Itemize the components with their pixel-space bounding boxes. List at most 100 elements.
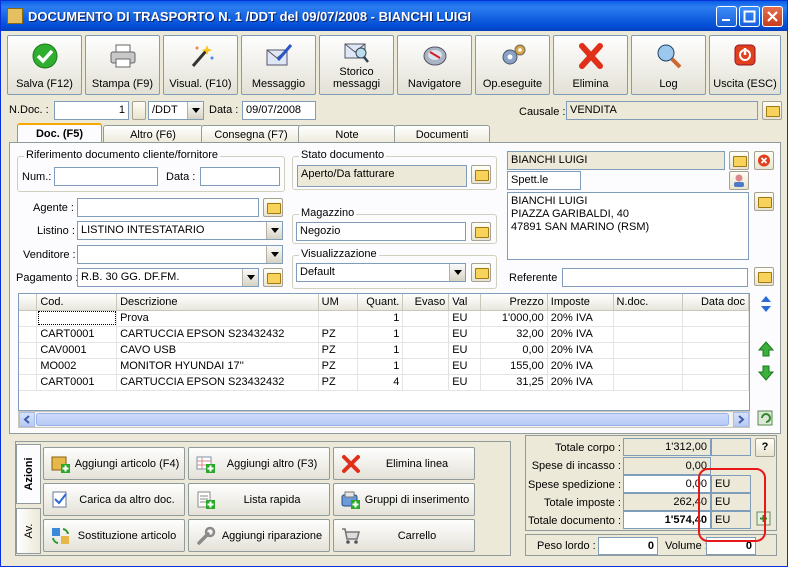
repair-button[interactable]: Aggiungi riparazione bbox=[188, 519, 330, 552]
cell-descrizione[interactable]: CARTUCCIA EPSON S23432432 bbox=[116, 374, 319, 391]
table-row[interactable]: MO002 MONITOR HYUNDAI 17'' PZ 1 EU 155,0… bbox=[19, 358, 749, 375]
cell-um[interactable]: PZ bbox=[318, 374, 359, 391]
delete-button[interactable]: Elimina bbox=[553, 35, 628, 95]
referente-folder-button[interactable] bbox=[754, 267, 774, 286]
row-selector[interactable] bbox=[19, 342, 38, 359]
cell-prezzo[interactable]: 31,25 bbox=[480, 374, 548, 391]
row-selector[interactable] bbox=[19, 310, 38, 327]
cell-imposte[interactable]: 20% IVA bbox=[547, 310, 614, 327]
navigator-button[interactable]: Navigatore bbox=[397, 35, 472, 95]
cell-datadoc[interactable] bbox=[682, 358, 749, 375]
cell-quant[interactable]: 1 bbox=[357, 358, 404, 375]
help-button[interactable]: ? bbox=[755, 438, 775, 457]
save-button[interactable]: Salva (F12) bbox=[7, 35, 82, 95]
cell-ndoc[interactable] bbox=[613, 374, 684, 391]
row-selector[interactable] bbox=[19, 374, 38, 391]
address-folder-button[interactable] bbox=[754, 192, 774, 211]
operations-button[interactable]: Op.eseguite bbox=[475, 35, 550, 95]
cell-val[interactable]: EU bbox=[448, 342, 482, 359]
cell-evaso[interactable] bbox=[402, 342, 450, 359]
cliente-title-field[interactable]: Spett.le bbox=[507, 171, 581, 190]
magazzino-field[interactable]: Negozio bbox=[296, 222, 466, 241]
num-field[interactable] bbox=[54, 167, 158, 186]
exit-button[interactable]: Uscita (ESC) bbox=[709, 35, 781, 95]
message-history-button[interactable]: Storico messaggi bbox=[319, 35, 394, 95]
cell-descrizione[interactable]: Prova bbox=[116, 310, 319, 327]
cell-datadoc[interactable] bbox=[682, 310, 749, 327]
causale-folder-button[interactable] bbox=[762, 101, 782, 120]
cell-evaso[interactable] bbox=[402, 310, 450, 327]
cell-imposte[interactable]: 20% IVA bbox=[547, 374, 614, 391]
cell-prezzo[interactable]: 32,00 bbox=[480, 326, 548, 343]
table-row[interactable]: CAV0001 CAVO USB PZ 1 EU 0,00 20% IVA bbox=[19, 342, 749, 359]
tab-doc[interactable]: Doc. (F5) bbox=[17, 123, 102, 144]
col-cod[interactable]: Cod. bbox=[36, 294, 118, 311]
cell-val[interactable]: EU bbox=[448, 326, 482, 343]
agente-folder-button[interactable] bbox=[263, 198, 283, 217]
delete-line-button[interactable]: Elimina linea bbox=[333, 447, 475, 480]
cell-descrizione[interactable]: MONITOR HYUNDAI 17'' bbox=[116, 358, 319, 375]
scroll-right-button[interactable] bbox=[733, 412, 749, 427]
cell-ndoc[interactable] bbox=[613, 358, 684, 375]
listino-select[interactable]: LISTINO INTESTATARIO bbox=[77, 221, 283, 240]
series-select[interactable]: /DDT bbox=[148, 101, 204, 120]
add-article-button[interactable]: Aggiungi articolo (F4) bbox=[43, 447, 185, 480]
print-button[interactable]: Stampa (F9) bbox=[85, 35, 160, 95]
col-prezzo[interactable]: Prezzo bbox=[480, 294, 548, 311]
cell-cod[interactable]: CART0001 bbox=[36, 374, 118, 391]
cell-datadoc[interactable] bbox=[682, 326, 749, 343]
date-field[interactable]: 09/07/2008 bbox=[242, 101, 316, 120]
cell-cod[interactable]: CAV0001 bbox=[36, 342, 118, 359]
cell-val[interactable]: EU bbox=[448, 310, 482, 327]
move-up-icon[interactable] bbox=[756, 339, 776, 359]
tab-av[interactable]: Av. bbox=[16, 508, 41, 554]
cliente-contact-button[interactable] bbox=[729, 171, 749, 190]
cell-imposte[interactable]: 20% IVA bbox=[547, 342, 614, 359]
visualizzazione-select[interactable]: Default bbox=[296, 263, 466, 282]
quick-list-button[interactable]: Lista rapida bbox=[188, 483, 330, 516]
cell-val[interactable]: EU bbox=[448, 358, 482, 375]
close-button[interactable] bbox=[762, 6, 783, 27]
refresh-icon[interactable] bbox=[756, 408, 776, 428]
cell-val[interactable]: EU bbox=[448, 374, 482, 391]
table-row[interactable]: CART0001 CARTUCCIA EPSON S23432432 PZ 1 … bbox=[19, 326, 749, 343]
cliente-clear-button[interactable] bbox=[754, 151, 774, 170]
add-other-button[interactable]: Aggiungi altro (F3) bbox=[188, 447, 330, 480]
cell-um[interactable]: PZ bbox=[318, 358, 359, 375]
cell-datadoc[interactable] bbox=[682, 374, 749, 391]
scroll-left-button[interactable] bbox=[19, 412, 35, 427]
col-descrizione[interactable]: Descrizione bbox=[116, 294, 319, 311]
cell-quant[interactable]: 1 bbox=[357, 342, 404, 359]
cliente-folder-button[interactable] bbox=[729, 151, 749, 170]
tab-azioni[interactable]: Azioni bbox=[16, 444, 41, 504]
ndoc-field[interactable]: 1 bbox=[54, 101, 129, 120]
scroll-thumb[interactable] bbox=[36, 413, 729, 426]
row-selector[interactable] bbox=[19, 326, 38, 343]
address-box[interactable]: BIANCHI LUIGI PIAZZA GARIBALDI, 40 47891… bbox=[507, 192, 749, 260]
log-button[interactable]: Log bbox=[631, 35, 706, 95]
col-ndoc[interactable]: N.doc. bbox=[613, 294, 684, 311]
cell-cod[interactable]: CART0001 bbox=[36, 326, 118, 343]
maximize-button[interactable] bbox=[739, 6, 760, 27]
cell-um[interactable]: PZ bbox=[318, 342, 359, 359]
col-quant[interactable]: Quant. bbox=[357, 294, 404, 311]
sort-updown-icon[interactable] bbox=[756, 294, 776, 314]
venditore-select[interactable] bbox=[77, 245, 283, 264]
cell-prezzo[interactable]: 1'000,00 bbox=[480, 310, 548, 327]
cell-cod[interactable] bbox=[36, 310, 118, 327]
pagamento-folder-button[interactable] bbox=[263, 268, 283, 287]
cell-evaso[interactable] bbox=[402, 374, 450, 391]
cell-prezzo[interactable]: 0,00 bbox=[480, 342, 548, 359]
grid-hscrollbar[interactable] bbox=[18, 411, 750, 428]
move-down-icon[interactable] bbox=[756, 363, 776, 383]
table-row[interactable]: CART0001 CARTUCCIA EPSON S23432432 PZ 4 … bbox=[19, 374, 749, 391]
cell-um[interactable]: PZ bbox=[318, 326, 359, 343]
groups-button[interactable]: Gruppi di inserimento bbox=[333, 483, 475, 516]
cell-quant[interactable]: 1 bbox=[357, 326, 404, 343]
cell-ndoc[interactable] bbox=[613, 310, 684, 327]
agente-field[interactable] bbox=[77, 198, 259, 217]
preview-button[interactable]: Visual. (F10) bbox=[163, 35, 238, 95]
col-evaso[interactable]: Evaso bbox=[402, 294, 450, 311]
message-button[interactable]: Messaggio bbox=[241, 35, 316, 95]
col-datadoc[interactable]: Data doc bbox=[682, 294, 749, 311]
